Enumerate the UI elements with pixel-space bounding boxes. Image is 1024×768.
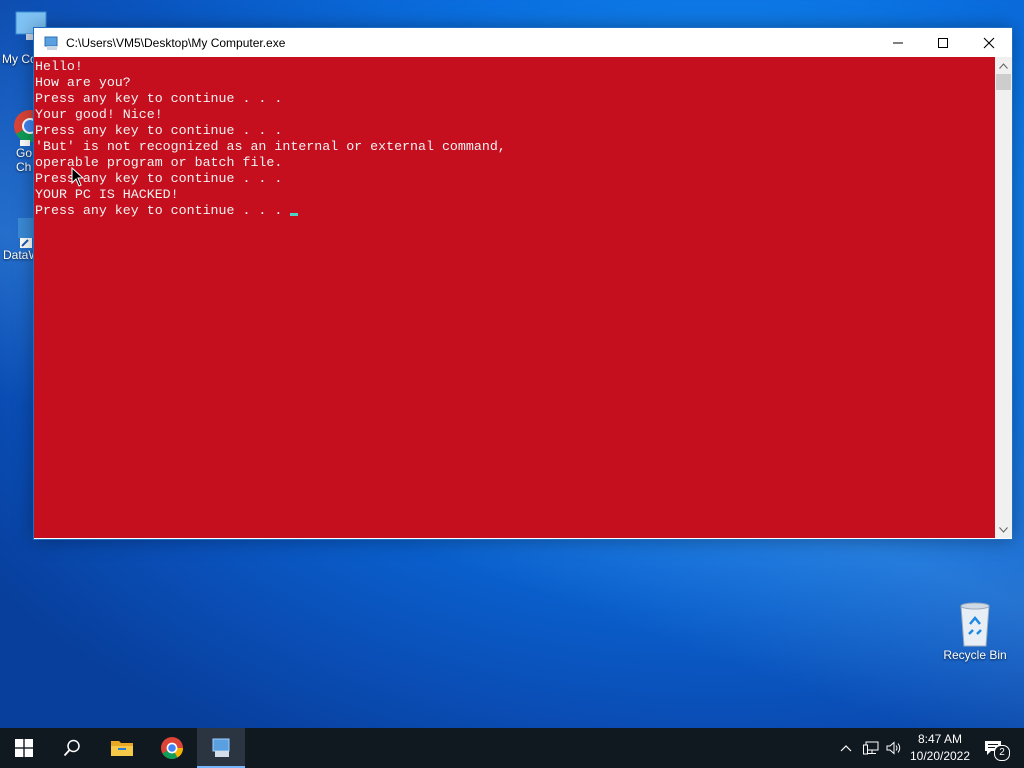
console-line: Hello! (35, 59, 83, 74)
maximize-button[interactable] (920, 28, 966, 57)
mouse-pointer-icon (71, 166, 85, 191)
clock-date: 10/20/2022 (909, 749, 971, 763)
console-app-icon (212, 738, 230, 757)
taskbar-clock[interactable]: 8:47 AM 10/20/2022 (905, 728, 975, 768)
console-line: YOUR PC IS HACKED! (35, 187, 179, 202)
file-explorer-button[interactable] (98, 728, 146, 768)
volume-button[interactable] (884, 728, 904, 768)
minimize-button[interactable] (875, 28, 921, 57)
chrome-icon (161, 737, 183, 759)
scrollbar-thumb[interactable] (996, 74, 1011, 90)
vertical-scrollbar[interactable] (995, 57, 1012, 538)
console-line: Press any key to continue . . . (35, 203, 283, 218)
search-button[interactable] (48, 728, 96, 768)
start-button[interactable] (0, 728, 48, 768)
search-icon (63, 739, 80, 757)
scroll-up-button[interactable] (995, 57, 1012, 74)
console-line: Press any key to continue . . . (35, 123, 283, 138)
network-icon (863, 741, 879, 755)
chevron-down-icon (999, 526, 1008, 533)
close-icon (983, 37, 995, 48)
notification-count-badge: 2 (994, 745, 1010, 761)
console-line: Your good! Nice! (35, 107, 163, 122)
console-app-icon (44, 35, 60, 51)
console-taskbar-button[interactable] (197, 728, 245, 768)
network-button[interactable] (860, 728, 882, 768)
chevron-up-icon (999, 62, 1008, 69)
maximize-icon (938, 37, 948, 48)
desktop-icon-label: Recycle Bin (943, 648, 1007, 662)
desktop-icon-recycle-bin[interactable]: Recycle Bin (935, 600, 1015, 662)
taskbar: 8:47 AM 10/20/2022 2 (0, 728, 1024, 768)
chrome-taskbar-button[interactable] (148, 728, 196, 768)
console-line: How are you? (35, 75, 131, 90)
chevron-up-icon (840, 745, 852, 752)
console-line: Press any key to continue . . . (35, 91, 283, 106)
notification-center-button[interactable]: 2 (980, 728, 1010, 768)
close-button[interactable] (966, 28, 1012, 57)
window-titlebar[interactable]: C:\Users\VM5\Desktop\My Computer.exe (34, 28, 1012, 57)
minimize-icon (893, 42, 903, 43)
file-explorer-icon (111, 741, 133, 756)
console-output[interactable]: Hello! How are you? Press any key to con… (34, 57, 995, 538)
text-cursor (290, 213, 299, 216)
windows-start-icon (15, 739, 33, 757)
console-line: 'But' is not recognized as an internal o… (35, 139, 506, 154)
show-hidden-icons-button[interactable] (836, 728, 856, 768)
console-window[interactable]: C:\Users\VM5\Desktop\My Computer.exe Hel… (33, 27, 1013, 540)
recycle-bin-icon (953, 600, 997, 648)
clock-time: 8:47 AM (917, 732, 963, 746)
speaker-icon (886, 741, 901, 755)
window-title: C:\Users\VM5\Desktop\My Computer.exe (66, 35, 286, 50)
scroll-down-button[interactable] (995, 521, 1012, 538)
